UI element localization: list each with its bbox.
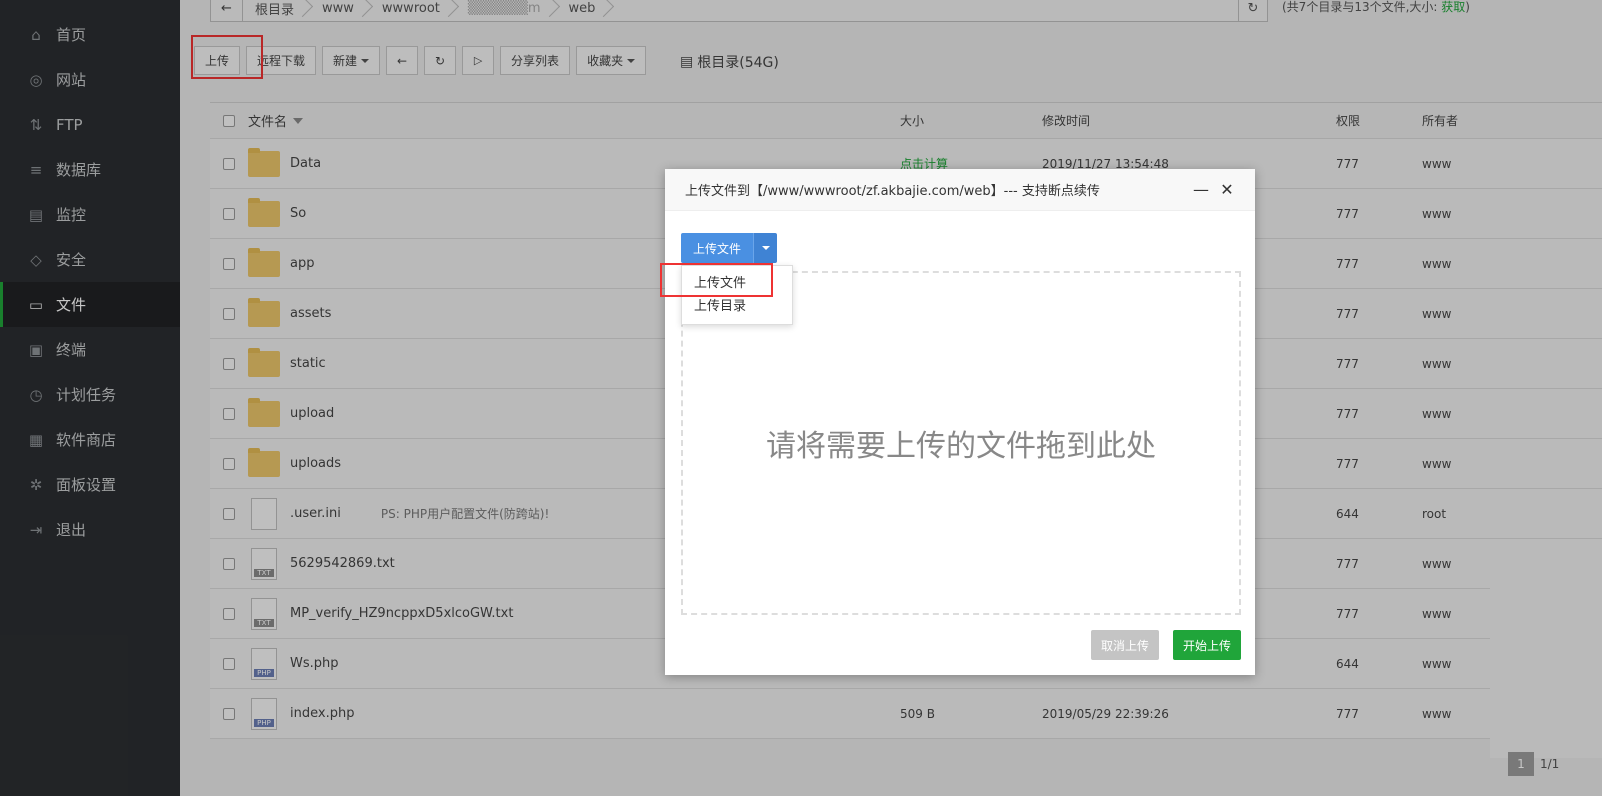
minimize-icon[interactable]: — [1191,180,1211,199]
upload-dialog: 上传文件到【/www/wwwroot/zf.akbajie.com/web】--… [660,169,1255,675]
dialog-title: 上传文件到【/www/wwwroot/zf.akbajie.com/web】--… [685,184,1100,199]
menu-highlight-box [660,263,773,297]
upload-file-button[interactable]: 上传文件 [681,233,754,263]
menu-upload-directory[interactable]: 上传目录 [682,295,792,318]
caret-down-icon [761,246,770,250]
cancel-upload-button[interactable]: 取消上传 [1090,630,1159,660]
start-upload-button[interactable]: 开始上传 [1172,630,1241,660]
close-icon[interactable]: ✕ [1217,180,1237,199]
upload-split-button: 上传文件 [681,233,778,263]
drop-zone-text: 请将需要上传的文件拖到此处 [766,429,1156,464]
dialog-footer: 取消上传 开始上传 [1090,630,1241,660]
dialog-header: 上传文件到【/www/wwwroot/zf.akbajie.com/web】--… [665,169,1255,211]
upload-dropdown-toggle[interactable] [753,233,778,263]
